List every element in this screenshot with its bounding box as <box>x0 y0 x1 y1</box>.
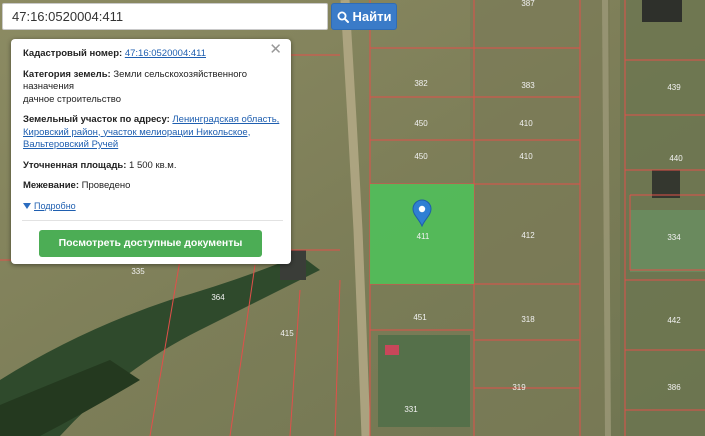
parcel-label: 386 <box>667 383 681 392</box>
address-label: Земельный участок по адресу: <box>23 114 170 125</box>
survey-value: Проведено <box>81 180 131 191</box>
usage-value: дачное строительство <box>23 93 122 105</box>
building <box>642 0 682 22</box>
search-button-label: Найти <box>352 9 392 24</box>
dirt-road-east <box>602 0 611 436</box>
close-icon[interactable]: ✕ <box>269 42 282 58</box>
roof <box>385 345 399 355</box>
building <box>652 170 680 198</box>
parcel-label: 442 <box>667 316 681 325</box>
field-patch <box>470 0 610 436</box>
cadastral-number-row: Кадастровый номер: 47:16:0520004:411 <box>23 48 280 61</box>
search-input[interactable] <box>2 3 328 30</box>
parcel-label: 335 <box>131 267 145 276</box>
parcel-label: 319 <box>512 383 526 392</box>
parcel-label: 440 <box>669 154 683 163</box>
parcel-label: 318 <box>521 315 535 324</box>
parcel-label: 334 <box>667 233 681 242</box>
area-label: Уточненная площадь: <box>23 159 127 171</box>
survey-label: Межевание: <box>23 180 79 191</box>
details-toggle[interactable]: Подробно <box>23 200 280 213</box>
triangle-down-icon <box>23 202 31 209</box>
parcel-label: 410 <box>519 152 533 161</box>
cadastral-number-link[interactable]: 47:16:0520004:411 <box>125 48 206 59</box>
parcel-info-popup: ✕ Кадастровый номер: 47:16:0520004:411 К… <box>11 39 291 264</box>
survey-row: Межевание: Проведено <box>23 180 280 193</box>
parcel-label: 415 <box>280 329 294 338</box>
parcel-label: 412 <box>521 231 535 240</box>
parcel-label: 450 <box>414 119 428 128</box>
details-link[interactable]: Подробно <box>34 200 76 213</box>
parcel-label: 387 <box>521 0 535 8</box>
address-row: Земельный участок по адресу: Ленинградск… <box>23 114 280 152</box>
area-value: 1 500 кв.м. <box>129 159 177 171</box>
cadastral-label: Кадастровый номер: <box>23 48 123 59</box>
parcel-label: 411 <box>417 232 430 241</box>
parcel-label: 364 <box>211 293 225 302</box>
search-button[interactable]: Найти <box>331 3 397 30</box>
search-icon <box>337 11 349 23</box>
parcel-label: 383 <box>521 81 535 90</box>
parcel-label: 331 <box>404 405 418 414</box>
parcel-label: 439 <box>667 83 681 92</box>
land-category-row: Категория земель: Земли сельскохозяйстве… <box>23 69 280 107</box>
view-documents-button[interactable]: Посмотреть доступные документы <box>39 230 262 257</box>
parcel-label: 410 <box>519 119 533 128</box>
parcel-label: 382 <box>414 79 428 88</box>
parcel-label: 450 <box>414 152 428 161</box>
category-label: Категория земель: <box>23 68 111 80</box>
divider <box>22 220 283 221</box>
parcel-label: 451 <box>413 313 427 322</box>
area-row: Уточненная площадь: 1 500 кв.м. <box>23 160 280 173</box>
